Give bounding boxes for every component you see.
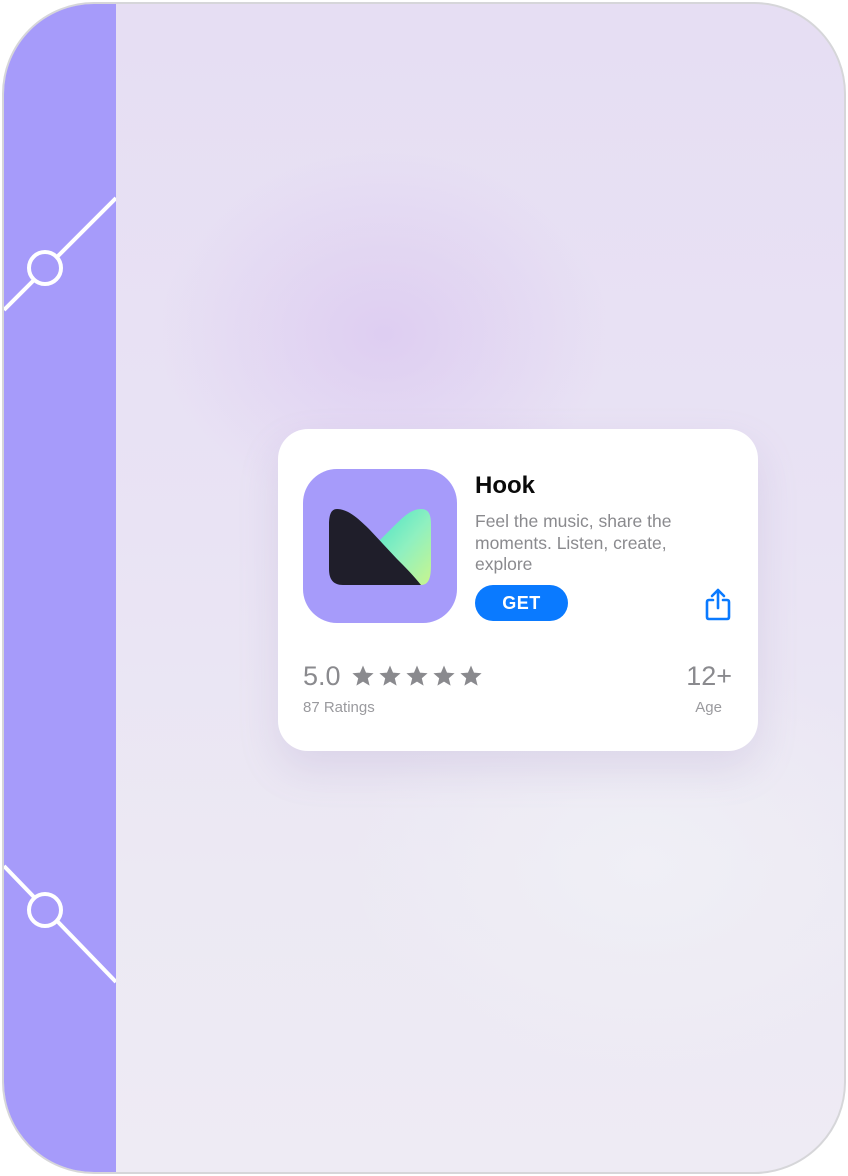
app-subtitle: Feel the music, share the moments. Liste…	[475, 511, 672, 574]
get-button[interactable]: GET	[475, 585, 568, 621]
rating-stars	[351, 664, 483, 688]
star-icon	[379, 665, 401, 686]
decorative-side-strip	[4, 4, 116, 1172]
star-icon	[352, 665, 374, 686]
ratings-count: 87 Ratings	[303, 699, 375, 716]
app-store-card: Hook Feel the music, share the moments. …	[278, 429, 758, 751]
star-icon	[433, 665, 455, 686]
star-icon	[406, 665, 428, 686]
route-lines-decoration	[4, 196, 116, 984]
hook-logo-icon[interactable]	[303, 469, 457, 623]
age-rating-value: 12+	[686, 661, 732, 691]
share-icon[interactable]	[702, 586, 734, 622]
app-name: Hook	[475, 472, 535, 499]
screen-frame: Hook Feel the music, share the moments. …	[2, 2, 846, 1174]
age-rating-label: Age	[695, 699, 722, 716]
rating-value: 5.0	[303, 661, 341, 691]
star-icon	[460, 665, 482, 686]
